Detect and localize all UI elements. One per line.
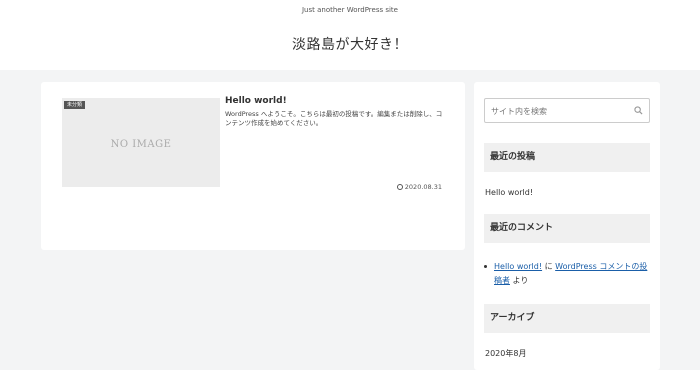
post-thumbnail[interactable]: 未分類 NO IMAGE: [62, 98, 220, 187]
recent-post-item[interactable]: Hello world!: [485, 188, 533, 197]
search-placeholder: サイト内を検索: [491, 107, 547, 116]
post-title[interactable]: Hello world!: [225, 96, 287, 106]
comment-suffix: より: [510, 276, 529, 285]
sidebar: サイト内を検索 最近の投稿 Hello world! 最近のコメント Hello…: [474, 82, 660, 370]
list-bullet: [484, 265, 487, 268]
comment-connector: に: [542, 262, 556, 271]
search-input[interactable]: サイト内を検索: [484, 98, 650, 123]
post-excerpt: WordPress へようこそ。こちらは最初の投稿です。編集または削除し、コンテ…: [225, 110, 443, 127]
clock-icon: [396, 184, 403, 190]
search-icon[interactable]: [634, 106, 643, 115]
site-title[interactable]: 淡路島が大好き！: [0, 34, 700, 54]
category-label: 未分類: [64, 101, 86, 109]
noimage-text: NO IMAGE: [110, 139, 172, 150]
comment-post-link[interactable]: Hello world!: [494, 262, 542, 271]
recent-comments-heading: 最近のコメント: [484, 214, 650, 243]
archive-item[interactable]: 2020年8月: [485, 348, 526, 359]
site-tagline: Just another WordPress site: [301, 6, 398, 14]
post-card[interactable]: 未分類 NO IMAGE Hello world! WordPress へようこ…: [41, 82, 465, 250]
post-date-text: 2020.08.31: [404, 183, 442, 191]
recent-comment-item: Hello world! に WordPress コメントの投稿者 より: [484, 260, 652, 288]
post-date: 2020.08.31: [396, 183, 442, 191]
archive-heading: アーカイブ: [484, 304, 650, 333]
site-header: Just another WordPress site 淡路島が大好き！: [0, 0, 700, 70]
recent-posts-heading: 最近の投稿: [484, 143, 650, 172]
